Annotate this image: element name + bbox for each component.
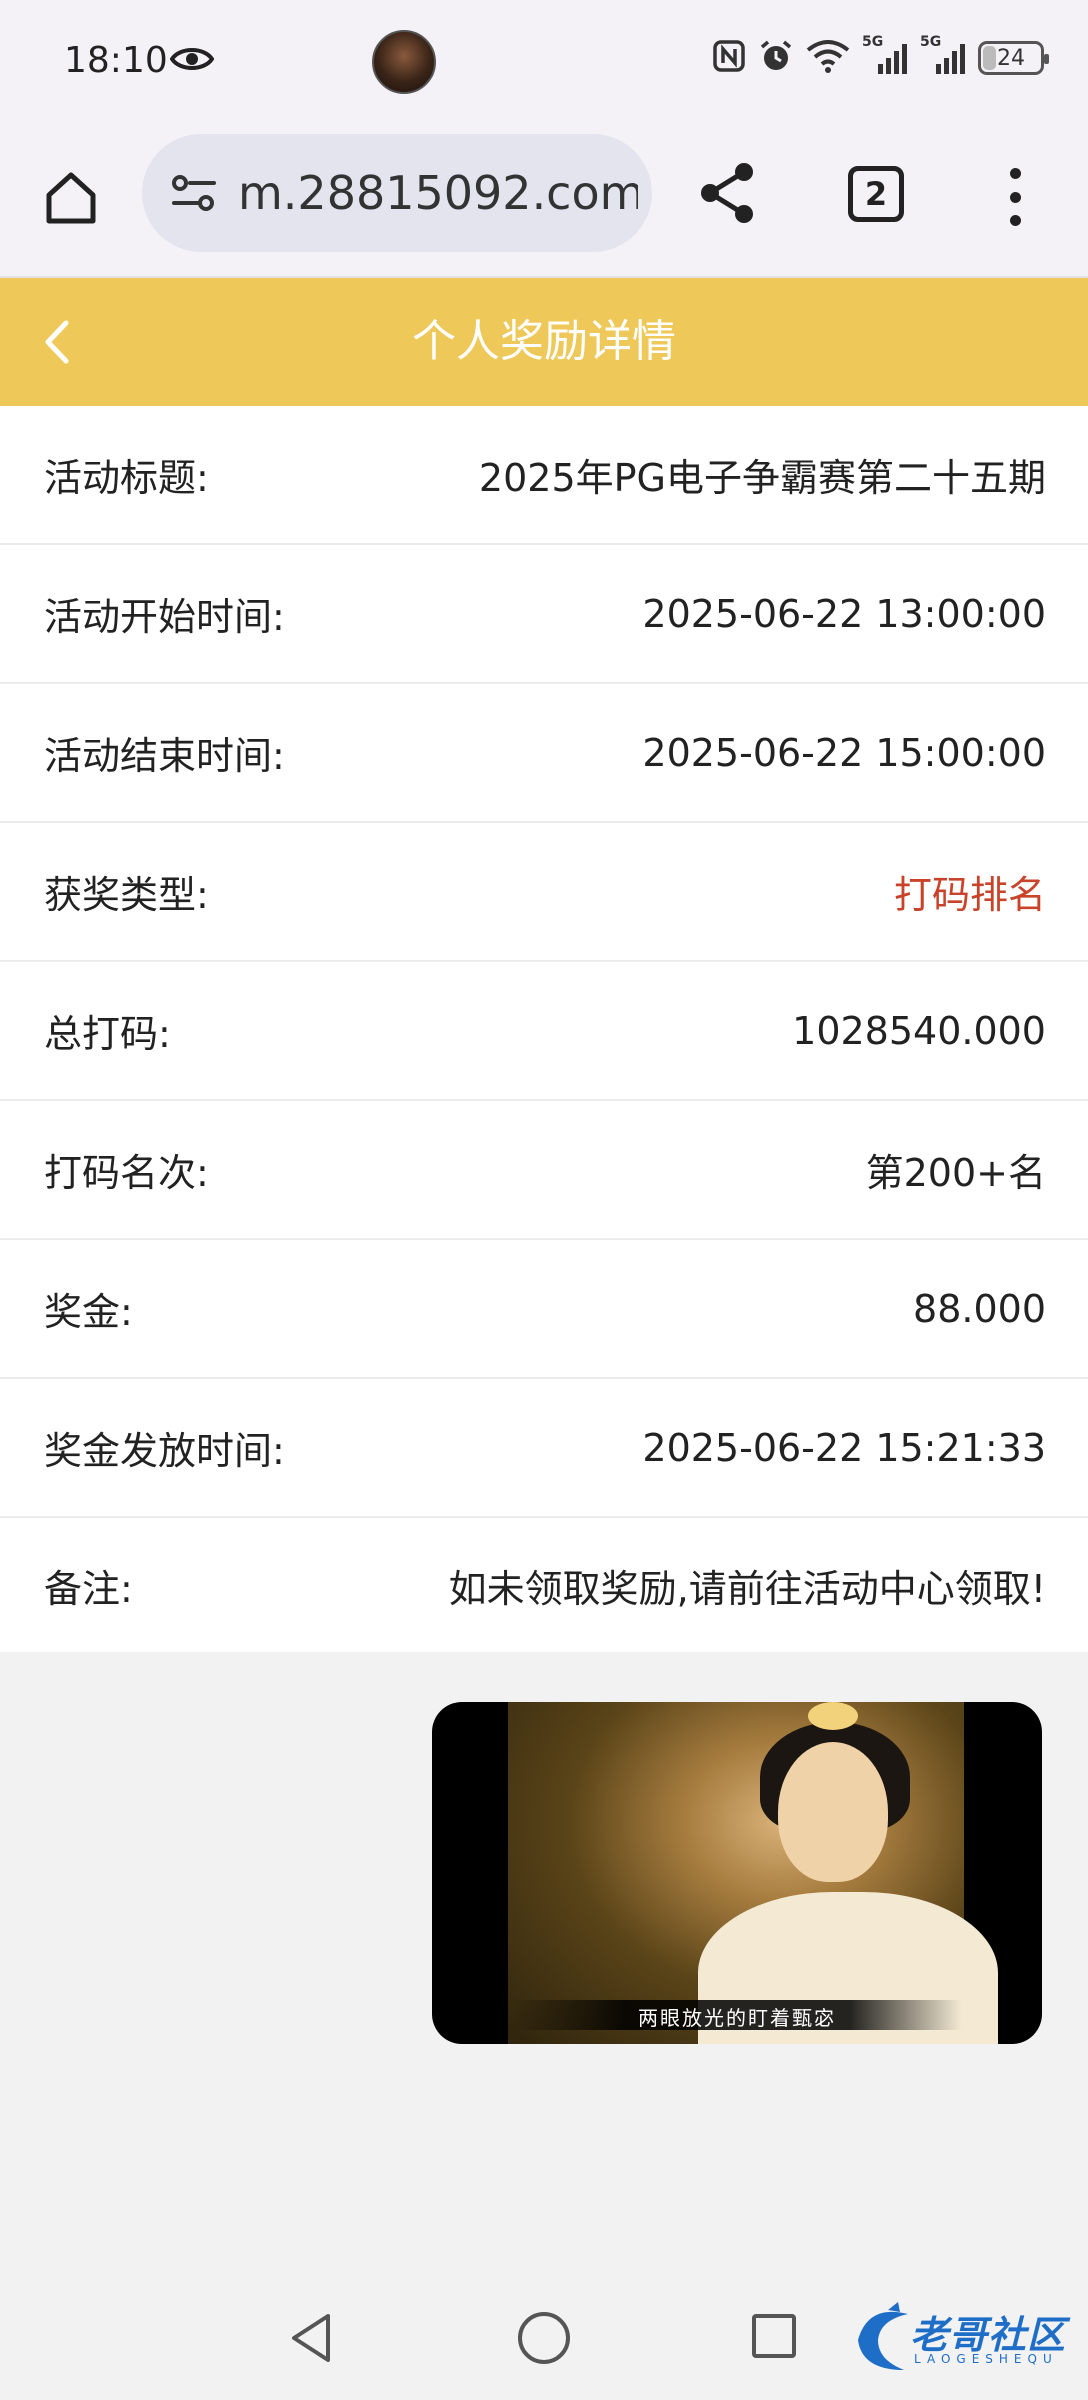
battery-level: 24 (997, 45, 1025, 71)
row-label: 获奖类型: (44, 873, 209, 917)
battery-icon: 24 (978, 41, 1049, 75)
wifi-icon (806, 38, 850, 78)
video-figure-crown (808, 1702, 858, 1730)
row-value: 如未领取奖励,请前往活动中心领取! (448, 1566, 1046, 1611)
detail-row-start-time: 活动开始时间: 2025-06-22 13:00:00 (0, 545, 1088, 684)
nav-recents-button[interactable] (752, 2314, 796, 2358)
battery-level-fill (983, 46, 997, 70)
detail-row-bet-rank: 打码名次: 第200+名 (0, 1101, 1088, 1240)
row-label: 打码名次: (44, 1151, 209, 1195)
home-icon (46, 172, 96, 224)
row-label: 备注: (44, 1566, 133, 1611)
alarm-icon (758, 38, 794, 78)
detail-row-total-bet: 总打码: 1028540.000 (0, 962, 1088, 1101)
page-title: 个人奖励详情 (412, 316, 676, 367)
address-bar[interactable]: m.28815092.com/# (142, 134, 652, 252)
share-button[interactable] (696, 158, 760, 228)
status-icons: 5G 5G 24 (712, 34, 1049, 78)
detail-row-end-time: 活动结束时间: 2025-06-22 15:00:00 (0, 684, 1088, 823)
row-value: 1028540.000 (792, 1008, 1046, 1053)
triangle-back-icon (292, 2314, 330, 2362)
reward-detail-list: 活动标题: 2025年PG电子争霸赛第二十五期 活动开始时间: 2025-06-… (0, 406, 1088, 1652)
row-value: 打码排名 (893, 873, 1046, 917)
site-settings-icon[interactable] (164, 163, 224, 223)
row-label: 活动标题: (44, 456, 209, 500)
eye-icon (169, 44, 215, 78)
chevron-left-icon (45, 320, 69, 364)
status-time: 18:10 (64, 40, 168, 81)
row-value: 2025-06-22 15:21:33 (642, 1425, 1046, 1470)
watermark-text: 老哥社区 (910, 2313, 1067, 2357)
detail-row-bonus: 奖金: 88.000 (0, 1240, 1088, 1379)
tabs-button[interactable]: 2 (848, 166, 904, 222)
row-value: 88.000 (913, 1286, 1046, 1331)
video-subtitle: 两眼放光的盯着甄宓 (638, 2006, 836, 2030)
nfc-icon (712, 39, 746, 77)
row-value: 第200+名 (865, 1151, 1046, 1195)
row-label: 奖金: (44, 1290, 133, 1334)
share-icon (701, 163, 753, 223)
floating-video-player[interactable]: 两眼放光的盯着甄宓 (432, 1702, 1042, 2044)
browser-toolbar: m.28815092.com/# 2 (0, 126, 1088, 278)
watermark-subtext: LAOGESHEQU (914, 2352, 1058, 2366)
back-button[interactable] (28, 312, 88, 372)
url-text[interactable]: m.28815092.com/# (238, 166, 638, 220)
signal-icon-2: 5G (920, 34, 966, 76)
menu-dot (1009, 168, 1021, 179)
notification-avatar (372, 30, 436, 94)
row-value: 2025-06-22 15:00:00 (642, 730, 1046, 775)
detail-row-award-type: 获奖类型: 打码排名 (0, 823, 1088, 962)
signal-icon-1: 5G (862, 34, 908, 76)
more-menu-button[interactable] (1000, 162, 1030, 232)
detail-row-activity-title: 活动标题: 2025年PG电子争霸赛第二十五期 (0, 406, 1088, 545)
detail-row-payout-time: 奖金发放时间: 2025-06-22 15:21:33 (0, 1379, 1088, 1518)
menu-dot (1009, 191, 1021, 203)
watermark-logo: 老哥社区 LAOGESHEQU (848, 2300, 1074, 2380)
nav-home-button[interactable] (518, 2312, 570, 2364)
detail-row-remark: 备注: 如未领取奖励,请前往活动中心领取! (0, 1518, 1088, 1652)
row-label: 活动开始时间: (44, 595, 285, 639)
menu-dot (1009, 215, 1021, 226)
row-label: 奖金发放时间: (44, 1429, 285, 1473)
nav-back-button[interactable] (286, 2310, 336, 2366)
row-label: 总打码: (44, 1012, 171, 1056)
row-label: 活动结束时间: (44, 734, 285, 778)
row-value: 2025年PG电子争霸赛第二十五期 (478, 456, 1046, 500)
video-figure-face (778, 1742, 888, 1882)
row-value: 2025-06-22 13:00:00 (642, 591, 1046, 636)
video-frame (508, 1702, 998, 2044)
home-button[interactable] (36, 162, 106, 232)
status-bar: 18:10 5G 5G 24 (0, 0, 1088, 126)
page-header: 个人奖励详情 (0, 278, 1088, 406)
